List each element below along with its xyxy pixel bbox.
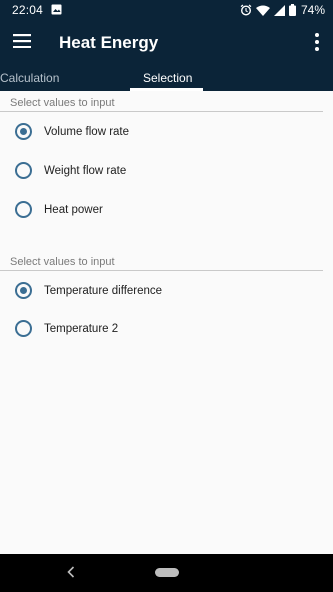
option-heat-power[interactable]: Heat power xyxy=(15,201,103,218)
option-volume-flow-rate[interactable]: Volume flow rate xyxy=(15,123,129,140)
option-label: Heat power xyxy=(44,203,103,216)
option-label: Temperature 2 xyxy=(44,322,119,335)
option-temperature-difference[interactable]: Temperature difference xyxy=(15,282,162,299)
system-nav-bar xyxy=(0,554,333,592)
divider xyxy=(0,270,323,271)
overflow-menu-icon[interactable] xyxy=(312,32,322,52)
status-icons: 74% xyxy=(240,2,325,18)
app-bar: Heat Energy xyxy=(0,20,333,66)
tab-selection[interactable]: Selection xyxy=(143,71,192,85)
option-label: Temperature difference xyxy=(44,284,163,297)
tab-calculation[interactable]: Calculation xyxy=(0,71,59,85)
option-temperature-2[interactable]: Temperature 2 xyxy=(15,320,118,337)
battery-percent: 74% xyxy=(300,3,325,17)
section-header: Select values to input xyxy=(10,256,115,268)
menu-icon[interactable] xyxy=(13,34,31,48)
home-pill[interactable] xyxy=(155,568,179,577)
alarm-icon xyxy=(240,4,252,16)
option-label: Weight flow rate xyxy=(44,164,127,177)
wifi-icon xyxy=(255,5,270,16)
radio-button[interactable] xyxy=(15,201,32,218)
status-bar: 22:04 74% xyxy=(0,0,333,20)
image-icon xyxy=(51,4,62,15)
section-header: Select values to input xyxy=(10,97,115,109)
radio-button[interactable] xyxy=(15,162,32,179)
battery-icon xyxy=(288,4,296,16)
radio-button[interactable] xyxy=(15,123,32,140)
page-title: Heat Energy xyxy=(59,33,159,52)
tab-indicator xyxy=(130,88,203,91)
radio-button[interactable] xyxy=(15,320,32,337)
divider xyxy=(0,111,323,112)
signal-icon xyxy=(273,4,285,16)
status-time: 22:04 xyxy=(12,3,44,17)
option-label: Volume flow rate xyxy=(44,125,130,138)
radio-button[interactable] xyxy=(15,282,32,299)
option-weight-flow-rate[interactable]: Weight flow rate xyxy=(15,162,126,179)
back-icon[interactable] xyxy=(67,566,75,578)
